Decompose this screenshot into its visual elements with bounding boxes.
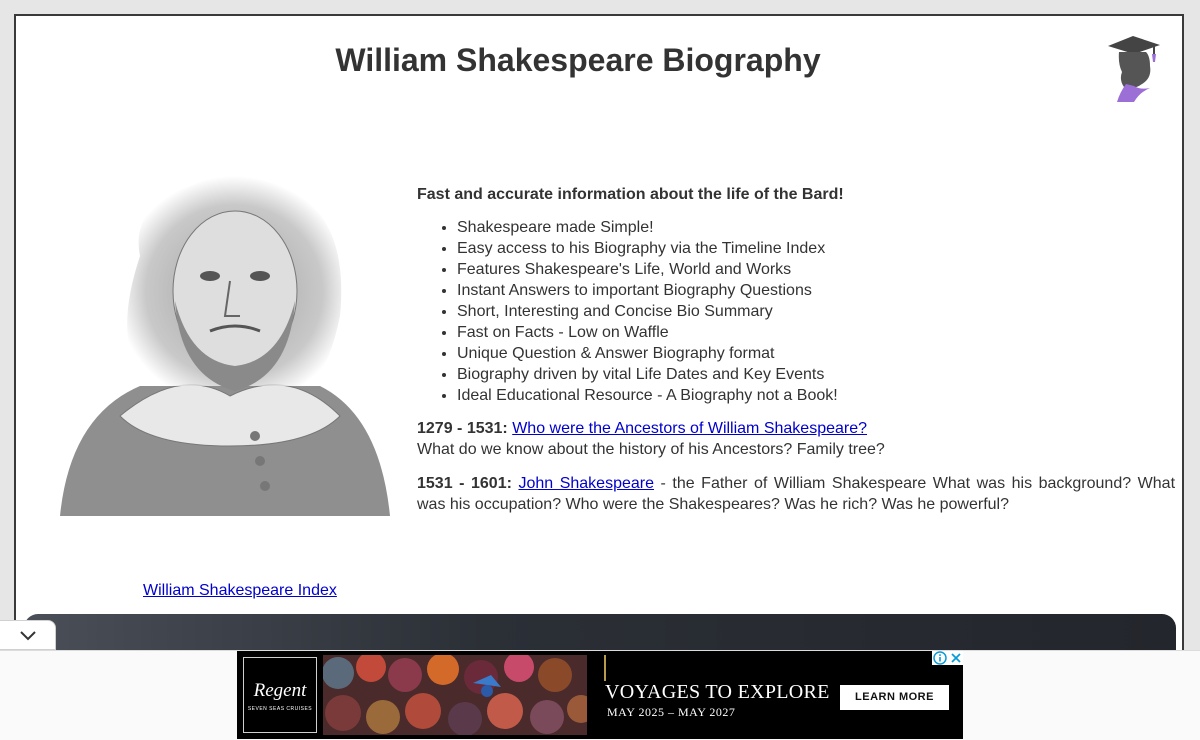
list-item: Instant Answers to important Biography Q…: [457, 280, 1175, 301]
footer-bar: [24, 614, 1176, 652]
collapse-ad-button[interactable]: [0, 620, 56, 650]
page-title: William Shakespeare Biography: [335, 42, 821, 78]
john-shakespeare-link[interactable]: John Shakespeare: [518, 475, 654, 492]
list-item: Short, Interesting and Concise Bio Summa…: [457, 301, 1175, 322]
ad-choices: [932, 651, 963, 665]
page-container: William Shakespeare Biography Fast and a…: [14, 14, 1184, 654]
close-icon[interactable]: [949, 651, 963, 665]
list-item: Fast on Facts - Low on Waffle: [457, 322, 1175, 343]
entry-description: What do we know about the history of his…: [417, 441, 885, 458]
ad-divider: [604, 655, 606, 681]
main-content: Fast and accurate information about the …: [417, 184, 1175, 528]
ancestors-link[interactable]: Who were the Ancestors of William Shakes…: [512, 420, 867, 437]
shakespeare-portrait: [30, 116, 420, 516]
list-item: Easy access to his Biography via the Tim…: [457, 238, 1175, 259]
ad-brand-sub: SEVEN SEAS CRUISES: [247, 706, 313, 712]
shakespeare-index-link[interactable]: William Shakespeare Index: [143, 582, 337, 600]
feature-list: Shakespeare made Simple! Easy access to …: [417, 217, 1175, 406]
ad-dates: MAY 2025 – MAY 2027: [607, 705, 736, 719]
timeline-entry-ancestors: 1279 - 1531: Who were the Ancestors of W…: [417, 418, 1175, 460]
list-item: Biography driven by vital Life Dates and…: [457, 364, 1175, 385]
chevron-down-icon: [20, 631, 36, 641]
info-icon[interactable]: [933, 651, 948, 665]
ad-headline: VOYAGES TO EXPLORE: [605, 681, 830, 703]
timeline-entry-john-shakespeare: 1531 - 1601: John Shakespeare - the Fath…: [417, 473, 1175, 515]
entry-dates: 1531 - 1601:: [417, 475, 512, 492]
ad-photo: [323, 655, 587, 735]
graduate-silhouette-icon[interactable]: [1104, 32, 1162, 102]
list-item: Ideal Educational Resource - A Biography…: [457, 385, 1175, 406]
ad-banner[interactable]: Regent SEVEN SEAS CRUISES VOYAGES TO EXP…: [237, 651, 963, 739]
ad-brand-logo: Regent SEVEN SEAS CRUISES: [243, 657, 317, 733]
entry-dates: 1279 - 1531:: [417, 420, 508, 437]
ad-brand-name: Regent: [253, 680, 307, 701]
list-item: Shakespeare made Simple!: [457, 217, 1175, 238]
tagline: Fast and accurate information about the …: [417, 186, 844, 203]
list-item: Unique Question & Answer Biography forma…: [457, 343, 1175, 364]
list-item: Features Shakespeare's Life, World and W…: [457, 259, 1175, 280]
learn-more-button[interactable]: LEARN MORE: [840, 685, 949, 710]
